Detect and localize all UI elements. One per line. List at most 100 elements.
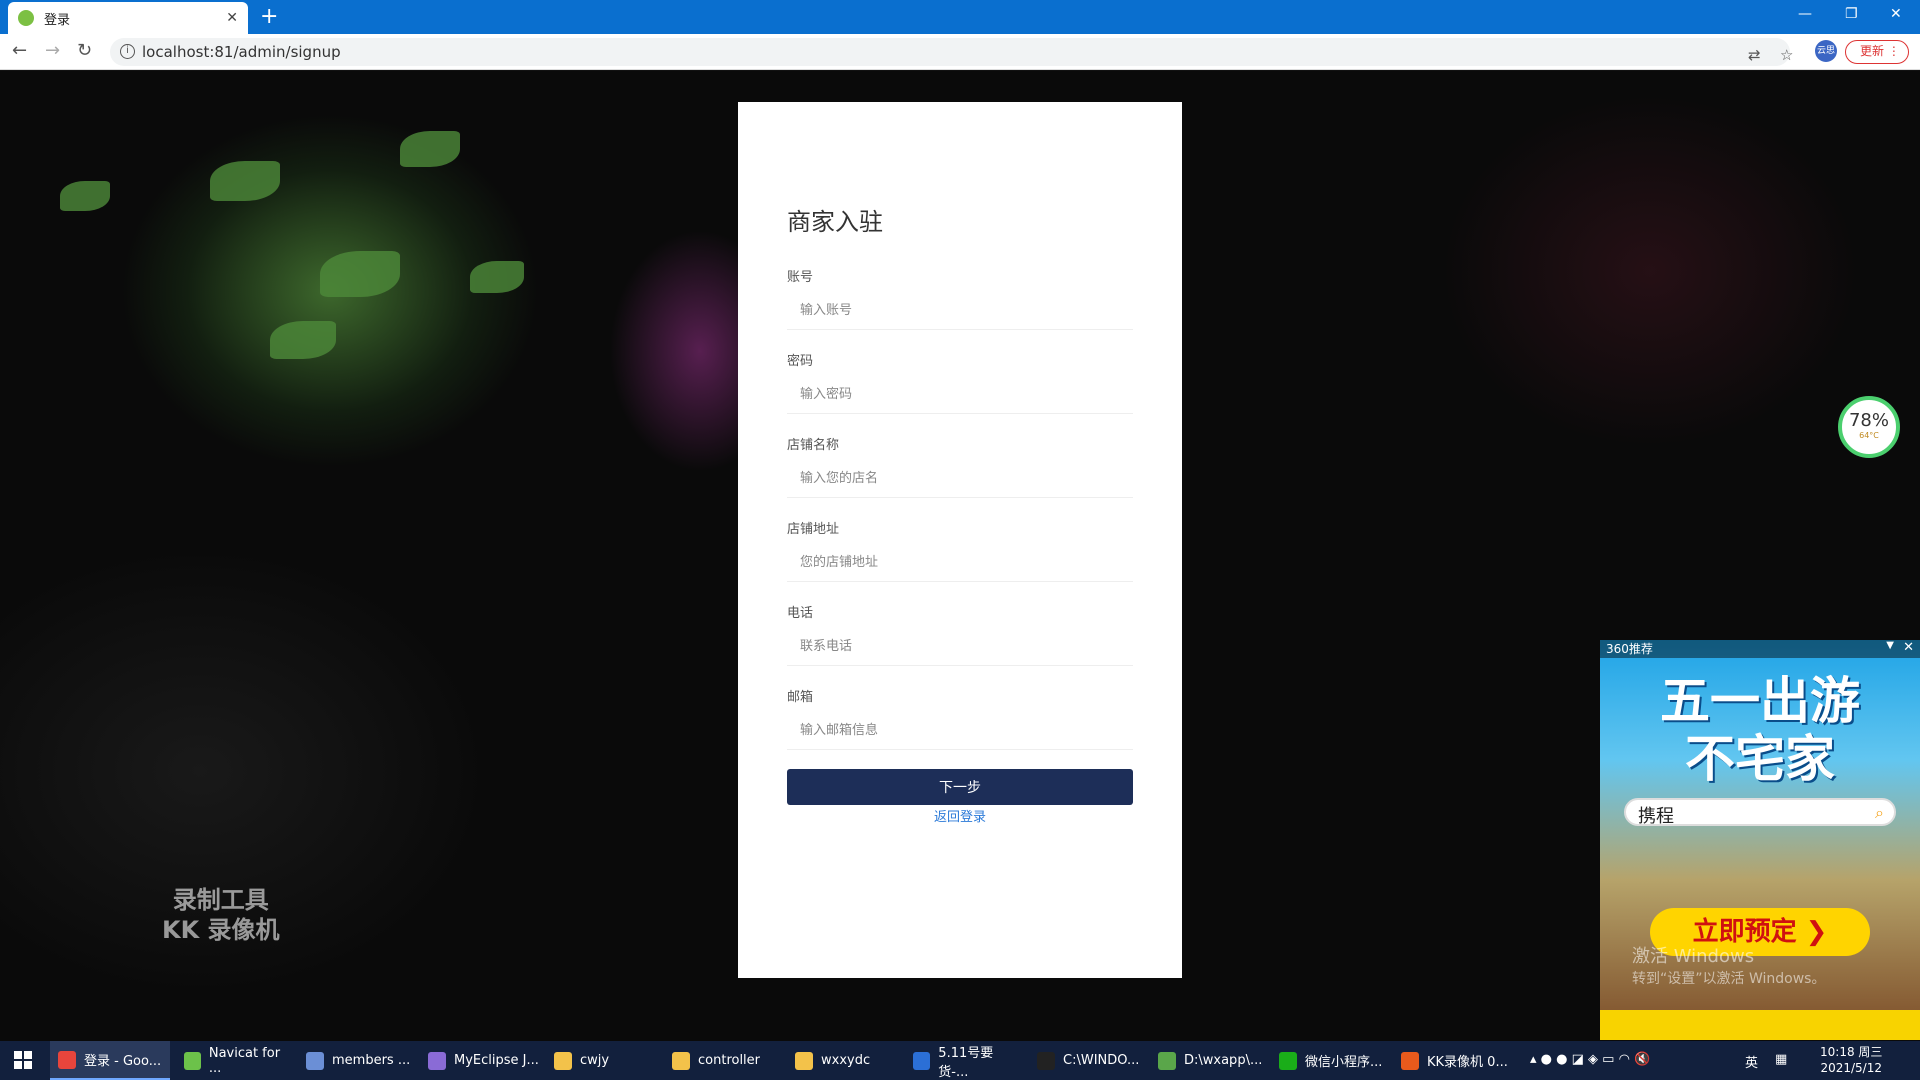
activation-subtitle: 转到“设置”以激活 Windows。 <box>1632 971 1826 987</box>
ad-search-text: 携程 <box>1638 806 1674 827</box>
watermark-line2: KK 录像机 <box>162 916 280 944</box>
page-title: 商家入驻 <box>787 208 883 236</box>
windows-start-icon[interactable] <box>14 1051 32 1069</box>
app-icon <box>58 1050 76 1069</box>
signup-card: 商家入驻 账号 密码 店铺名称 店铺地址 电话 邮箱 下一步 返回登录 <box>738 102 1182 978</box>
taskbar-item-label: controller <box>698 1053 761 1068</box>
taskbar-item-label: members ... <box>332 1053 411 1068</box>
plant-leaf-decoration <box>60 181 110 211</box>
taskbar-item[interactable]: MyEclipse J... <box>420 1041 540 1080</box>
recorder-watermark: 录制工具 KK 录像机 <box>162 885 280 945</box>
clock[interactable]: 10:18 周三 2021/5/12 <box>1820 1044 1882 1076</box>
tab-title: 登录 <box>44 12 71 28</box>
phone-label: 电话 <box>787 606 814 621</box>
update-button[interactable]: 更新 ⋮ <box>1845 40 1909 64</box>
ad-headline-line1: 五一出游 <box>1660 672 1860 730</box>
new-tab-button[interactable]: + <box>260 5 278 29</box>
taskbar-item[interactable]: 微信小程序... <box>1271 1041 1386 1080</box>
taskbar-item[interactable]: D:\wxapp\... <box>1150 1041 1265 1080</box>
taskbar-item[interactable]: 5.11号要货-... <box>905 1041 1020 1080</box>
ad-bottom-bar <box>1600 1010 1920 1040</box>
info-icon[interactable]: i <box>120 44 135 59</box>
taskbar-item-label: cwjy <box>580 1053 610 1068</box>
taskbar-item-label: KK录像机 0... <box>1427 1055 1508 1070</box>
taskbar-item-label: 登录 - Goo... <box>84 1054 162 1069</box>
plant-leaf-decoration <box>400 131 460 167</box>
app-icon <box>795 1051 813 1070</box>
browser-toolbar: ← → ↻ i localhost:81/admin/signup ⇄ ☆ 云思… <box>0 34 1920 70</box>
forward-arrow-icon[interactable]: → <box>45 40 60 61</box>
email-label: 邮箱 <box>787 690 814 705</box>
taskbar-item[interactable]: Navicat for ... <box>176 1041 291 1080</box>
plant-leaf-decoration <box>320 251 400 297</box>
ad-headline: 五一出游 不宅家 <box>1600 672 1920 788</box>
clock-date: 2021/5/12 <box>1820 1061 1882 1075</box>
windows-activation-notice: 激活 Windows 转到“设置”以激活 Windows。 <box>1632 946 1825 990</box>
taskbar-item[interactable]: controller <box>664 1041 779 1080</box>
keyboard-icon[interactable]: ▦ <box>1775 1052 1787 1067</box>
app-icon <box>554 1051 572 1070</box>
shop-name-input[interactable] <box>787 460 1133 498</box>
password-input[interactable] <box>787 376 1133 414</box>
app-icon <box>306 1051 324 1070</box>
next-step-button[interactable]: 下一步 <box>787 769 1133 805</box>
collapse-icon[interactable]: ▼ <box>1886 640 1894 651</box>
app-icon <box>1401 1051 1419 1070</box>
taskbar-item-label: wxxydc <box>821 1053 871 1068</box>
taskbar-item[interactable]: 登录 - Goo... <box>50 1041 170 1080</box>
system-tray[interactable]: ▴ ● ● ◪ ◈ ▭ ◠ 🔇 <box>1530 1052 1650 1067</box>
ad-popup[interactable]: 360推荐 ▼ ✕ 五一出游 不宅家 携程 ⌕ 立即预定 ❯ 激活 Window… <box>1600 640 1920 1040</box>
shop-address-label: 店铺地址 <box>787 522 840 537</box>
account-label: 账号 <box>787 270 814 285</box>
taskbar-item-label: 5.11号要货-... <box>938 1045 994 1080</box>
ad-headline-line2: 不宅家 <box>1685 730 1835 788</box>
shop-name-label: 店铺名称 <box>787 438 840 453</box>
memory-gauge-widget[interactable]: 78% 64°C <box>1838 396 1900 458</box>
search-icon[interactable]: ⌕ <box>1875 803 1884 823</box>
ime-indicator[interactable]: 英 <box>1745 1052 1758 1071</box>
plant-leaf-decoration <box>470 261 524 293</box>
app-icon <box>428 1051 446 1070</box>
email-input[interactable] <box>787 712 1133 750</box>
restore-icon[interactable]: ❐ <box>1845 6 1858 22</box>
app-icon <box>1279 1051 1297 1070</box>
app-icon <box>672 1051 690 1070</box>
ad-close-icon[interactable]: ✕ <box>1903 640 1914 655</box>
taskbar-item[interactable]: C:\WINDO... <box>1029 1041 1144 1080</box>
ad-header: 360推荐 ▼ ✕ <box>1600 640 1920 658</box>
taskbar-item-label: Navicat for ... <box>208 1045 281 1076</box>
close-tab-icon[interactable]: ✕ <box>226 10 238 26</box>
browser-tab-strip: 登录 ✕ + — ❐ ✕ <box>0 0 1920 34</box>
taskbar-item-label: MyEclipse J... <box>454 1053 539 1068</box>
leaf-favicon-icon <box>18 10 34 26</box>
url-text[interactable]: localhost:81/admin/signup <box>142 43 341 61</box>
ad-header-title: 360推荐 <box>1606 642 1653 656</box>
taskbar-item-label: 微信小程序... <box>1305 1055 1383 1070</box>
app-icon <box>1158 1051 1176 1070</box>
taskbar-item[interactable]: KK录像机 0... <box>1393 1041 1513 1080</box>
phone-input[interactable] <box>787 628 1133 666</box>
back-to-login-link[interactable]: 返回登录 <box>738 806 1182 825</box>
profile-avatar[interactable]: 云思 <box>1815 40 1837 62</box>
plant-leaf-decoration <box>210 161 280 201</box>
more-menu-icon[interactable]: ⋮ <box>1888 44 1900 58</box>
back-arrow-icon[interactable]: ← <box>12 40 27 61</box>
browser-tab[interactable]: 登录 ✕ <box>8 2 248 34</box>
account-input[interactable] <box>787 292 1133 330</box>
address-bar[interactable]: i localhost:81/admin/signup ⇄ ☆ <box>110 38 1793 66</box>
app-icon <box>184 1051 201 1070</box>
windows-taskbar: 登录 - Goo... Navicat for ... members ... MyE… <box>0 1041 1920 1080</box>
bookmark-star-icon[interactable]: ☆ <box>1780 46 1793 64</box>
clock-time: 10:18 周三 <box>1820 1045 1883 1059</box>
translate-icon[interactable]: ⇄ <box>1748 46 1761 64</box>
taskbar-item[interactable]: cwjy <box>546 1041 656 1080</box>
reload-icon[interactable]: ↻ <box>77 40 92 61</box>
taskbar-item[interactable]: members ... <box>298 1041 413 1080</box>
app-icon <box>913 1051 931 1070</box>
ad-search-box[interactable]: 携程 ⌕ <box>1624 798 1896 827</box>
taskbar-item[interactable]: wxxydc <box>787 1041 897 1080</box>
minimize-icon[interactable]: — <box>1798 6 1812 22</box>
watermark-line1: 录制工具 <box>172 886 269 914</box>
window-close-icon[interactable]: ✕ <box>1890 6 1902 22</box>
shop-address-input[interactable] <box>787 544 1133 582</box>
